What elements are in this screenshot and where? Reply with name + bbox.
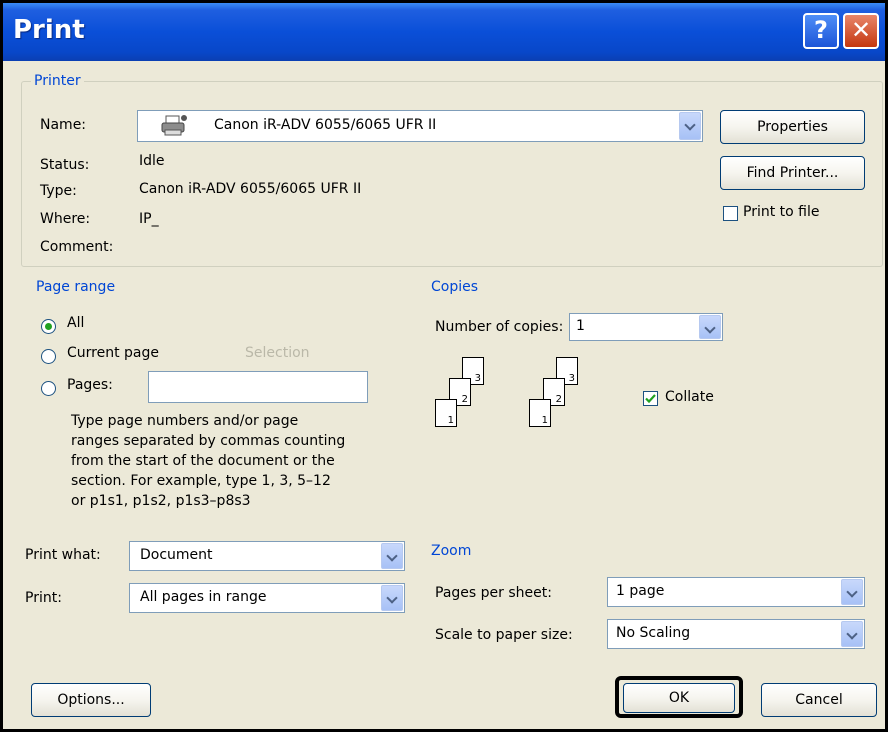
- options-button-label: Options...: [57, 692, 125, 708]
- printer-name-select[interactable]: Canon iR-ADV 6055/6065 UFR II: [137, 110, 703, 142]
- print-to-file-label: Print to file: [743, 204, 820, 220]
- number-of-copies-label: Number of copies:: [435, 319, 564, 335]
- page-range-help-line-5: or p1s1, p1s2, p1s3–p8s3: [71, 493, 251, 509]
- scale-to-paper-size-select[interactable]: No Scaling: [607, 619, 865, 649]
- ok-button[interactable]: OK: [623, 683, 735, 713]
- cancel-button-label: Cancel: [795, 692, 843, 708]
- copies-group-label: Copies: [428, 279, 482, 295]
- name-label: Name:: [40, 117, 87, 133]
- find-printer-button-label: Find Printer...: [746, 165, 839, 181]
- ok-button-label: OK: [668, 690, 690, 706]
- help-icon[interactable]: ?: [803, 13, 839, 49]
- page-range-help-line-1: Type page numbers and/or page: [71, 413, 299, 429]
- print-label: Print:: [25, 590, 62, 606]
- print-to-file-checkbox[interactable]: [723, 206, 738, 221]
- chevron-down-icon[interactable]: [679, 112, 701, 140]
- printer-name-value: Canon iR-ADV 6055/6065 UFR II: [214, 117, 437, 133]
- number-of-copies-spinner[interactable]: 1: [569, 313, 723, 341]
- current-page-label: Current page: [67, 345, 159, 361]
- page-range-help-line-4: section. For example, type 1, 3, 5–12: [71, 473, 331, 489]
- all-label: All: [67, 315, 85, 331]
- page-3-number: 3: [568, 373, 575, 384]
- properties-button[interactable]: Properties: [720, 110, 865, 144]
- page-1-number: 1: [541, 415, 548, 426]
- page-3-number: 3: [474, 373, 481, 384]
- comment-label: Comment:: [40, 239, 114, 255]
- close-icon[interactable]: ✕: [843, 13, 879, 49]
- dialog-title: Print: [13, 15, 85, 45]
- where-value: IP_: [139, 211, 159, 227]
- chevron-down-icon[interactable]: [381, 585, 403, 611]
- print-select[interactable]: All pages in range: [129, 583, 405, 613]
- pages-per-sheet-label: Pages per sheet:: [435, 585, 552, 601]
- status-value: Idle: [139, 153, 165, 169]
- checkmark-icon: [645, 394, 656, 404]
- zoom-group-label: Zoom: [428, 543, 475, 559]
- page-1-icon: 1: [529, 399, 551, 427]
- type-value: Canon iR-ADV 6055/6065 UFR II: [139, 181, 362, 197]
- printer-icon: [161, 115, 187, 136]
- cancel-button[interactable]: Cancel: [761, 683, 877, 717]
- page-range-help-line-2: ranges separated by commas counting: [71, 433, 346, 449]
- print-what-label: Print what:: [25, 547, 101, 563]
- properties-button-label: Properties: [757, 119, 828, 135]
- chevron-down-icon[interactable]: [841, 579, 863, 605]
- page-1-icon: 1: [435, 399, 457, 427]
- printer-group-label: Printer: [31, 73, 84, 89]
- type-label: Type:: [40, 183, 77, 199]
- selection-label: Selection: [245, 345, 310, 361]
- chevron-down-icon[interactable]: [381, 543, 403, 569]
- pages-input[interactable]: [148, 371, 368, 403]
- scale-to-paper-size-label: Scale to paper size:: [435, 627, 573, 643]
- title-bar: Print ? ✕: [3, 3, 885, 61]
- page-1-number: 1: [447, 415, 454, 426]
- find-printer-button[interactable]: Find Printer...: [720, 156, 865, 190]
- page-2-number: 2: [461, 394, 468, 405]
- page-range-help-line-3: from the start of the document or the: [71, 453, 335, 469]
- pages-radio[interactable]: [41, 381, 56, 396]
- collate-checkbox[interactable]: [643, 391, 658, 406]
- page-2-number: 2: [555, 394, 562, 405]
- spinner-up-down-icon[interactable]: [699, 315, 721, 339]
- print-value: All pages in range: [140, 589, 267, 605]
- page-range-group-label: Page range: [33, 279, 119, 295]
- print-what-value: Document: [140, 547, 213, 563]
- pages-label: Pages:: [67, 377, 113, 393]
- pages-per-sheet-value: 1 page: [616, 583, 665, 599]
- status-label: Status:: [40, 157, 90, 173]
- where-label: Where:: [40, 211, 91, 227]
- chevron-down-icon[interactable]: [841, 621, 863, 647]
- pages-per-sheet-select[interactable]: 1 page: [607, 577, 865, 607]
- collate-label: Collate: [665, 389, 714, 405]
- current-page-radio[interactable]: [41, 349, 56, 364]
- number-of-copies-value: 1: [576, 318, 585, 334]
- options-button[interactable]: Options...: [31, 683, 151, 717]
- scale-to-paper-size-value: No Scaling: [616, 625, 691, 641]
- print-dialog: Print ? ✕ Printer Name: Canon iR-ADV 605…: [0, 0, 888, 732]
- print-what-select[interactable]: Document: [129, 541, 405, 571]
- all-radio[interactable]: [41, 319, 56, 334]
